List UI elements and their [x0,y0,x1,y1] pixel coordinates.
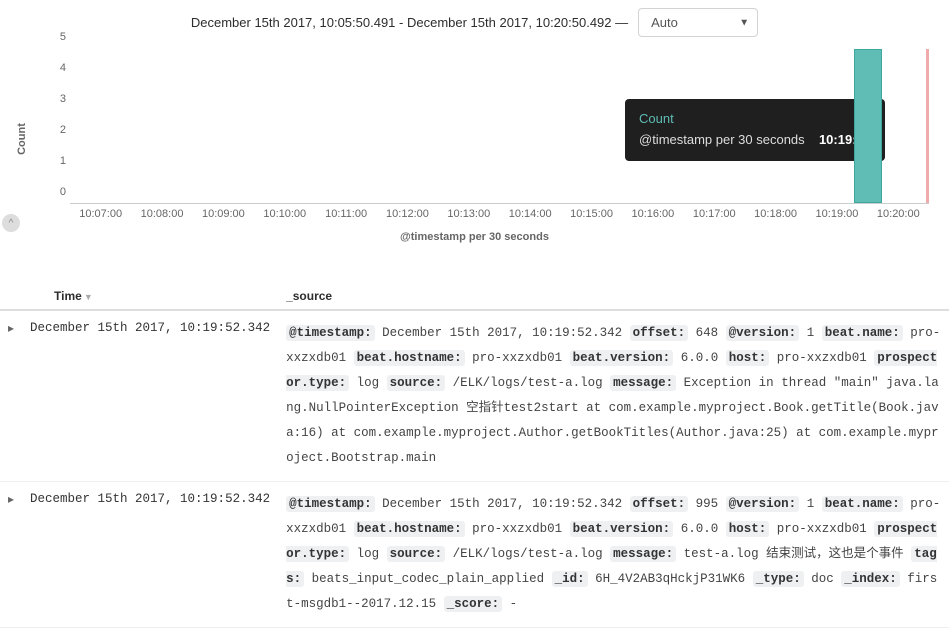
source-cell: @timestamp: December 15th 2017, 10:19:52… [278,310,949,482]
field-key: beat.name: [822,325,903,341]
x-tick: 10:19:00 [816,208,859,220]
x-tick: 10:16:00 [631,208,674,220]
collapse-chart-icon[interactable]: ^ [2,214,20,232]
y-axis: 012345 [46,49,66,204]
expand-row-toggle[interactable]: ▸ [0,482,22,628]
table-row: ▸December 15th 2017, 10:19:52.342@timest… [0,482,949,628]
time-range-text: December 15th 2017, 10:05:50.491 - Decem… [191,15,628,30]
field-key: host: [726,350,770,366]
field-key: _score: [444,596,503,612]
field-key: source: [387,546,446,562]
x-tick: 10:12:00 [386,208,429,220]
source-cell: @timestamp: December 15th 2017, 10:19:52… [278,482,949,628]
time-column-header[interactable]: Time▼ [22,283,278,310]
y-tick: 1 [60,155,66,167]
field-key: message: [610,375,676,391]
x-tick: 10:11:00 [325,208,367,220]
y-axis-label: Count [16,123,28,155]
interval-select[interactable]: Auto ▼ [638,8,758,37]
field-key: _index: [841,571,900,587]
histogram-chart: Count 012345 Count5 @timestamp per 30 se… [40,49,929,229]
chart-bar[interactable] [854,49,882,203]
y-tick: 0 [60,186,66,198]
tooltip-ts-label: @timestamp per 30 seconds [639,132,805,147]
time-range-header: December 15th 2017, 10:05:50.491 - Decem… [0,0,949,45]
y-tick: 5 [60,31,66,43]
results-table: Time▼ _source ▸December 15th 2017, 10:19… [0,283,949,628]
source-column-header[interactable]: _source [278,283,949,310]
time-cell: December 15th 2017, 10:19:52.342 [22,482,278,628]
x-tick: 10:10:00 [263,208,306,220]
field-key: message: [610,546,676,562]
field-key: beat.version: [570,350,674,366]
x-tick: 10:14:00 [509,208,552,220]
field-key: _id: [552,571,588,587]
field-key: _type: [753,571,804,587]
chevron-down-icon: ▼ [739,17,749,28]
x-axis-label: @timestamp per 30 seconds [0,231,949,243]
table-row: ▸December 15th 2017, 10:19:52.342@timest… [0,310,949,482]
x-tick: 10:07:00 [79,208,122,220]
field-key: @timestamp: [286,496,375,512]
x-tick: 10:13:00 [447,208,490,220]
x-tick: 10:08:00 [141,208,184,220]
y-tick: 4 [60,62,66,74]
field-key: beat.name: [822,496,903,512]
field-key: @version: [726,325,800,341]
x-tick: 10:18:00 [754,208,797,220]
chart-right-boundary [926,49,929,203]
tooltip-count-label: Count [639,109,674,130]
time-cell: December 15th 2017, 10:19:52.342 [22,310,278,482]
field-key: offset: [630,325,689,341]
interval-selected-value: Auto [651,15,678,30]
x-tick: 10:17:00 [693,208,736,220]
x-tick: 10:09:00 [202,208,245,220]
field-key: @version: [726,496,800,512]
field-key: source: [387,375,446,391]
y-tick: 2 [60,124,66,136]
x-axis: 10:07:00 10:08:00 10:09:00 10:10:00 10:11:00… [70,204,929,229]
field-key: @timestamp: [286,325,375,341]
x-tick: 10:15:00 [570,208,613,220]
time-column-label: Time [54,289,82,303]
expand-row-toggle[interactable]: ▸ [0,310,22,482]
x-tick: 10:20:00 [877,208,920,220]
field-key: offset: [630,496,689,512]
y-tick: 3 [60,93,66,105]
expand-column-header [0,283,22,310]
field-key: beat.hostname: [354,350,465,366]
chart-plot-area[interactable]: Count5 @timestamp per 30 seconds 10:19:3… [70,49,929,204]
chart-tooltip: Count5 @timestamp per 30 seconds 10:19:3… [625,99,885,161]
sort-desc-icon: ▼ [84,292,93,302]
